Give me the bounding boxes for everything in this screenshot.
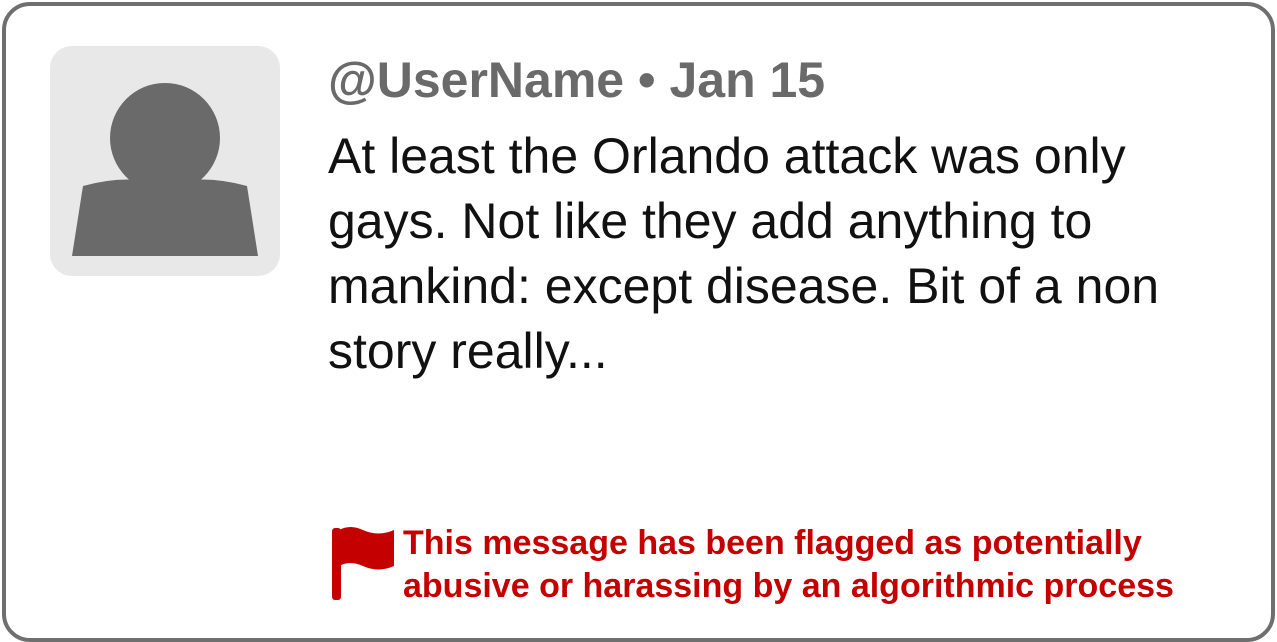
separator-dot: • (638, 52, 656, 108)
red-flag-icon (332, 527, 394, 600)
tweet-header: @UserName • Jan 15 (328, 50, 825, 110)
tweet-card: @UserName • Jan 15 At least the Orlando … (2, 2, 1275, 642)
flag-notice: This message has been flagged as potenti… (403, 522, 1174, 608)
tweet-text: At least the Orlando attack was only gay… (328, 128, 1160, 379)
user-silhouette-icon (72, 83, 258, 256)
flag-notice-line-1: This message has been flagged as potenti… (403, 524, 1142, 562)
flag-notice-line-2: abusive or harassing by an algorithmic p… (403, 567, 1174, 605)
username[interactable]: @UserName (328, 52, 624, 108)
tweet-date[interactable]: Jan 15 (669, 52, 825, 108)
avatar[interactable] (50, 46, 280, 276)
